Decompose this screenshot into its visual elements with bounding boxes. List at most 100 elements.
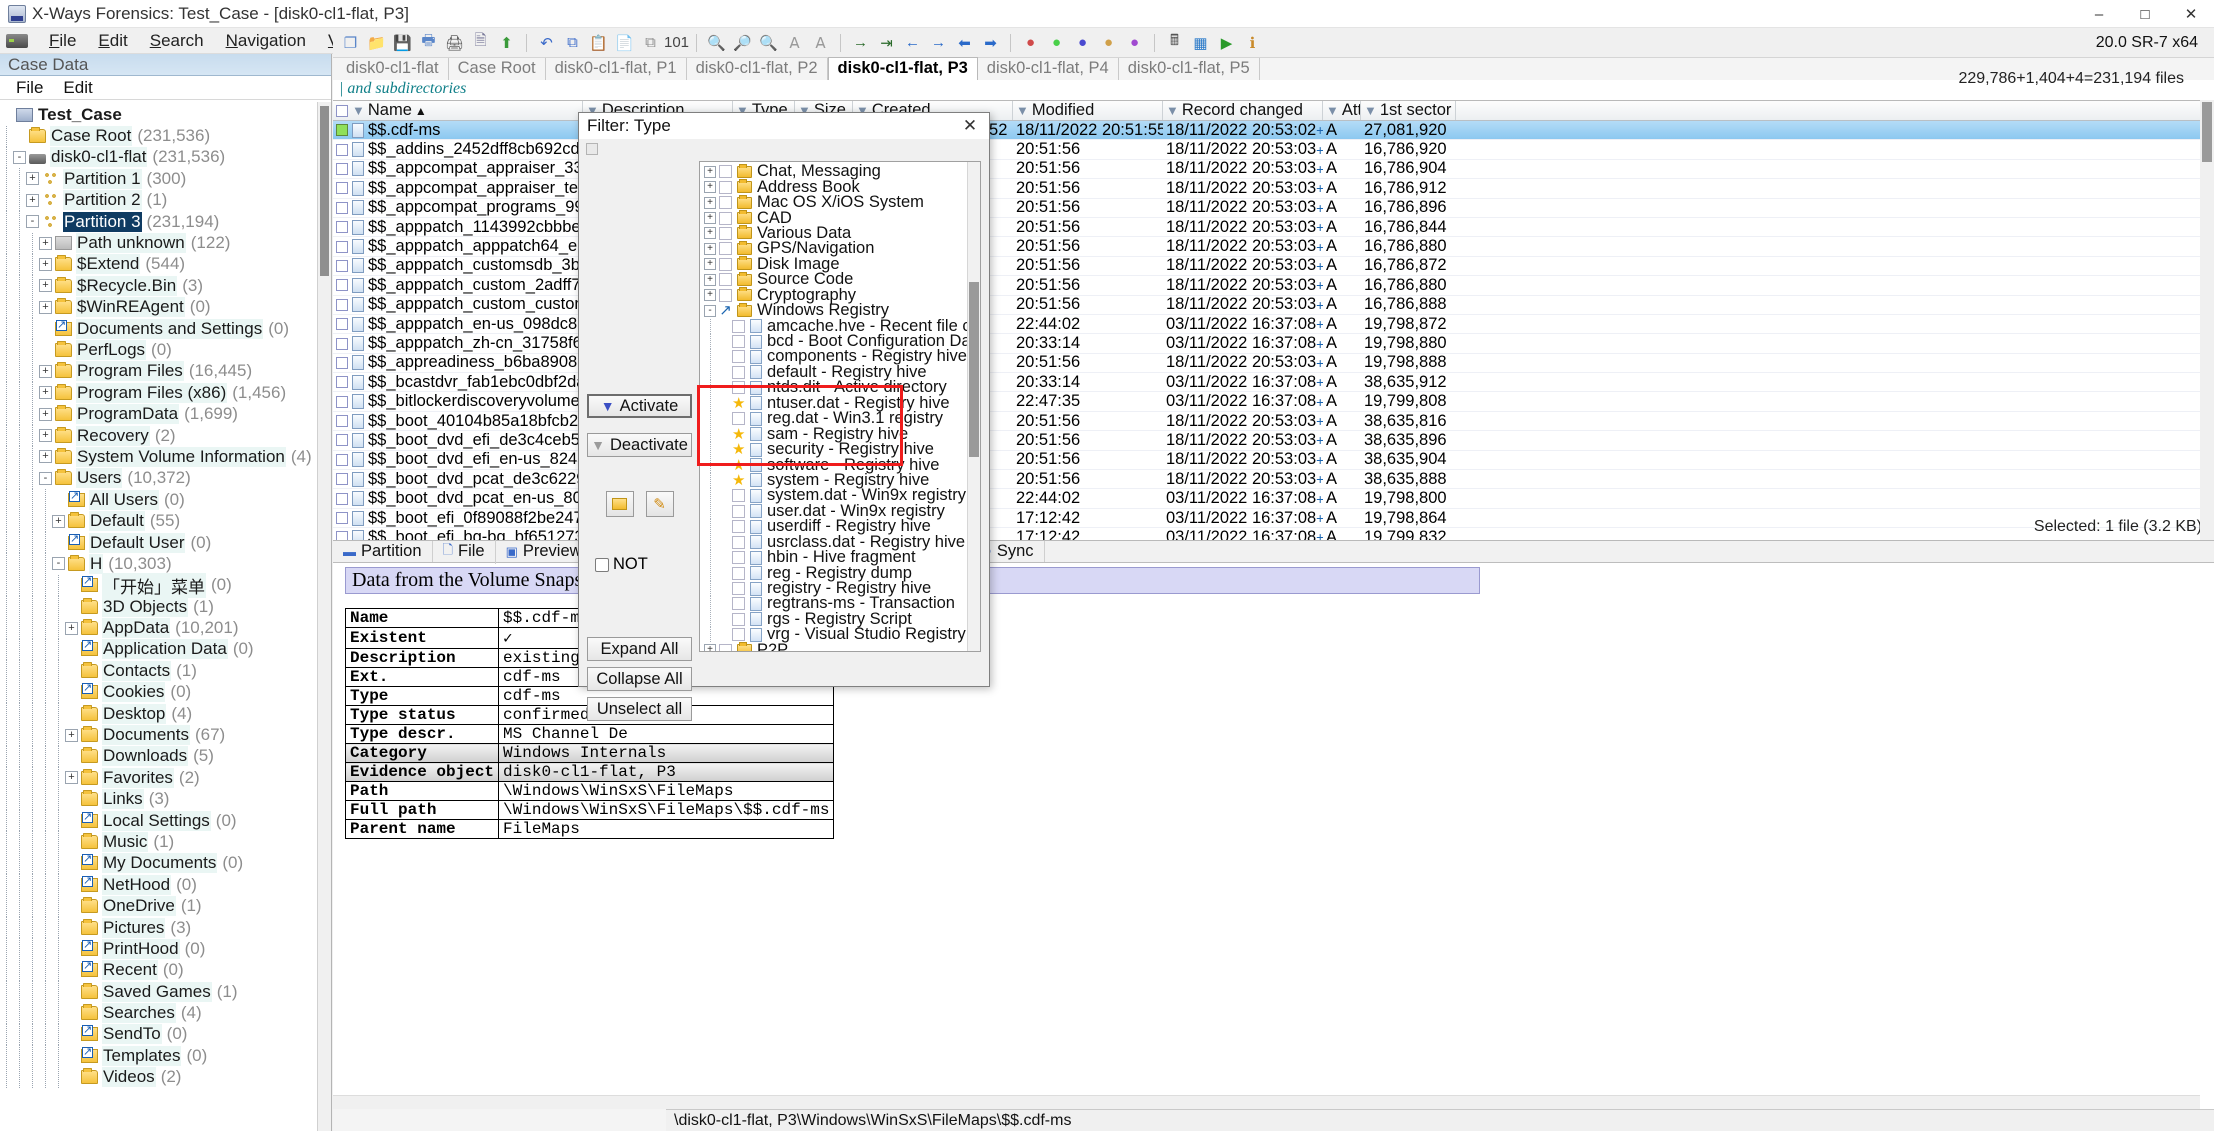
toolbar-find-hex-icon[interactable]: 🔍 — [705, 32, 728, 54]
case-tree-item[interactable]: - Partition 3 (231,194) — [0, 211, 317, 233]
evidence-tab-2[interactable]: disk0-cl1-flat, P1 — [546, 58, 687, 80]
tree-expander-plus-icon[interactable]: + — [39, 300, 52, 314]
toolbar-marker-e-icon[interactable]: ● — [1045, 32, 1068, 54]
type-checkbox[interactable] — [732, 489, 745, 503]
activate-button[interactable]: ▼ Activate — [587, 394, 692, 418]
toolbar-paste-b-icon[interactable]: 📋 — [587, 32, 610, 54]
row-checkbox[interactable] — [336, 376, 348, 389]
details-tab-file[interactable]: 🗋 File — [433, 539, 496, 564]
type-checkbox[interactable] — [732, 381, 745, 395]
type-checkbox[interactable] — [732, 628, 745, 642]
type-checkbox[interactable] — [719, 226, 732, 240]
type-filter-item[interactable]: + Mac OS X/iOS System — [704, 193, 967, 211]
type-checkbox[interactable] — [732, 365, 745, 379]
row-checkbox[interactable] — [336, 512, 348, 525]
case-tree-item[interactable]: + ProgramData (1,699) — [0, 403, 317, 425]
toolbar-btn-36-icon[interactable]: ▶ — [1215, 32, 1238, 54]
case-menu-file[interactable]: File — [6, 77, 53, 99]
case-tree-item[interactable]: - Users (10,372) — [0, 467, 317, 489]
toolbar-marker-b-icon[interactable]: ➡ — [979, 32, 1002, 54]
type-filter-scrollbar[interactable] — [967, 162, 980, 651]
toolbar-copy-icon[interactable]: ↶ — [535, 32, 558, 54]
case-tree-item[interactable]: All Users(0) — [0, 489, 317, 511]
toolbar-btn-34-icon[interactable]: 🖩 — [1163, 32, 1186, 54]
open-filter-button[interactable] — [605, 491, 634, 517]
case-tree-item[interactable]: Desktop (4) — [0, 703, 317, 725]
type-checkbox[interactable] — [732, 551, 745, 565]
menu-search[interactable]: Search — [139, 28, 215, 54]
case-tree-item[interactable]: Application Data(0) — [0, 638, 317, 660]
toolbar-replace-b-icon[interactable]: 🔍 — [757, 32, 780, 54]
tree-expander-plus-icon[interactable]: + — [52, 514, 65, 528]
details-tab-partition[interactable]: ▬ Partition — [333, 541, 433, 562]
scroll-thumb[interactable] — [2202, 102, 2212, 162]
row-checkbox[interactable] — [336, 279, 348, 292]
evidence-tab-6[interactable]: disk0-cl1-flat, P5 — [1119, 58, 1260, 80]
case-tree-item[interactable]: Links (3) — [0, 788, 317, 810]
toolbar-open-folder-icon[interactable]: 📁 — [365, 32, 388, 54]
filter-icon[interactable]: ▼ — [1326, 103, 1339, 118]
tree-expander-plus-icon[interactable]: + — [704, 273, 716, 286]
case-menu-edit[interactable]: Edit — [53, 77, 102, 99]
menu-edit[interactable]: Edit — [87, 28, 138, 54]
not-checkbox-row[interactable]: NOT — [587, 555, 692, 574]
toolbar-btn-37-icon[interactable]: ℹ — [1241, 32, 1264, 54]
evidence-tab-0[interactable]: disk0-cl1-flat — [337, 58, 449, 80]
case-tree[interactable]: Test_Case Case Root (231,536) - disk0-cl1-fl… — [0, 102, 317, 1131]
row-checkbox[interactable] — [336, 531, 348, 540]
toolbar-nav-b-icon[interactable]: ← — [901, 32, 924, 54]
toolbar-nav-a-icon[interactable]: ⇥ — [875, 32, 898, 54]
tree-expander-plus-icon[interactable]: + — [39, 407, 52, 421]
toolbar-forward-icon[interactable]: → — [849, 32, 872, 54]
tree-expander-minus-icon[interactable]: - — [52, 557, 65, 571]
case-tree-item[interactable]: + AppData (10,201) — [0, 617, 317, 639]
tree-expander-plus-icon[interactable]: + — [704, 212, 716, 225]
row-checkbox-checked[interactable] — [336, 124, 348, 137]
case-tree-item[interactable]: + Recovery (2) — [0, 425, 317, 447]
case-tree-item[interactable]: Local Settings(0) — [0, 810, 317, 832]
type-checkbox[interactable] — [732, 520, 745, 534]
filter-icon[interactable]: ▼ — [1364, 103, 1377, 118]
type-checkbox[interactable] — [732, 319, 745, 333]
case-tree-item[interactable]: + System Volume Information (4) — [0, 446, 317, 468]
row-checkbox[interactable] — [336, 473, 348, 486]
toolbar-new-doc-icon[interactable]: ❐ — [339, 32, 362, 54]
toolbar-calc-icon[interactable]: ● — [1071, 32, 1094, 54]
case-tree-item[interactable]: Default User(0) — [0, 532, 317, 553]
case-tree-item[interactable]: Downloads (5) — [0, 745, 317, 767]
tree-expander-plus-icon[interactable]: + — [39, 386, 52, 400]
tree-expander-plus-icon[interactable]: + — [26, 172, 39, 186]
toolbar-play-icon[interactable]: ● — [1123, 32, 1146, 54]
row-checkbox[interactable] — [336, 356, 348, 369]
case-tree-item[interactable]: + Favorites (2) — [0, 767, 317, 789]
evidence-tab-4[interactable]: disk0-cl1-flat, P3 — [827, 57, 978, 80]
evidence-tab-3[interactable]: disk0-cl1-flat, P2 — [687, 58, 828, 80]
case-tree-item[interactable]: PerfLogs (0) — [0, 339, 317, 361]
case-tree-item[interactable]: Documents and Settings(0) — [0, 318, 317, 340]
row-checkbox[interactable] — [336, 162, 348, 175]
type-filter-item[interactable]: vrg - Visual Studio Registry — [704, 625, 967, 643]
deactivate-button[interactable]: ▼ Deactivate — [587, 433, 692, 457]
case-tree-item[interactable]: NetHood(0) — [0, 874, 317, 896]
row-checkbox[interactable] — [336, 240, 348, 253]
toolbar-marker-d-icon[interactable]: ● — [1019, 32, 1042, 54]
row-checkbox[interactable] — [336, 201, 348, 214]
toolbar-copy-block-icon[interactable]: 📄 — [613, 32, 636, 54]
tree-expander-plus-icon[interactable]: + — [704, 242, 716, 255]
case-tree-item[interactable]: + Partition 1 (300) — [0, 168, 317, 190]
case-tree-scrollbar[interactable] — [317, 102, 331, 1131]
toolbar-goto-end-icon[interactable]: 𝖠 — [809, 32, 832, 54]
case-tree-item[interactable]: Music (1) — [0, 831, 317, 853]
case-tree-item[interactable]: Templates(0) — [0, 1045, 317, 1067]
case-tree-item[interactable]: My Documents(0) — [0, 852, 317, 874]
tree-expander-minus-icon[interactable]: - — [26, 215, 39, 229]
type-checkbox[interactable] — [719, 242, 732, 256]
row-checkbox[interactable] — [336, 298, 348, 311]
menu-file[interactable]: File — [38, 28, 87, 54]
tree-expander-plus-icon[interactable]: + — [39, 279, 52, 293]
toolbar-goto-next-icon[interactable]: 𝖠 — [783, 32, 806, 54]
case-tree-item[interactable]: + Documents (67) — [0, 724, 317, 746]
type-checkbox[interactable] — [732, 335, 745, 349]
case-tree-item[interactable]: Cookies(0) — [0, 681, 317, 703]
tree-expander-minus-icon[interactable]: - — [704, 304, 716, 317]
